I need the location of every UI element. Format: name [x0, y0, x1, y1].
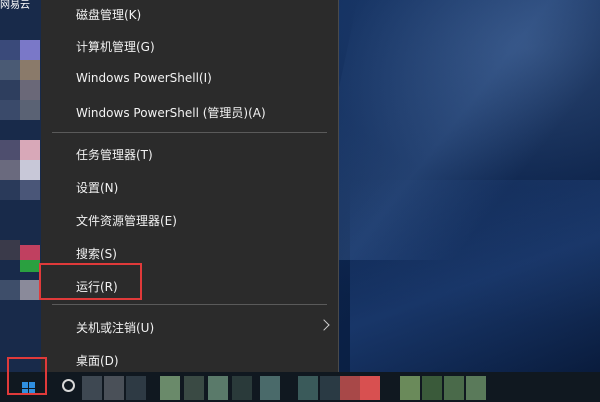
desktop-icons-area: 网易云 — [0, 0, 42, 372]
desktop-icon[interactable] — [0, 60, 20, 80]
menu-item-label: 文件资源管理器(E) — [76, 214, 177, 228]
menu-item-powershell[interactable]: Windows PowerShell(I) — [41, 64, 338, 94]
desktop-icon[interactable] — [20, 140, 40, 160]
taskbar-app-icon[interactable] — [82, 376, 102, 400]
taskbar-app-icon[interactable] — [444, 376, 464, 400]
menu-item-file-explorer[interactable]: 文件资源管理器(E) — [41, 205, 338, 235]
taskbar-app-icon[interactable] — [260, 376, 280, 400]
menu-item-disk-management[interactable]: 磁盘管理(K) — [41, 0, 338, 29]
highlight-box-start — [7, 357, 47, 395]
taskbar-app-icon[interactable] — [340, 376, 360, 400]
menu-item-label: 磁盘管理(K) — [76, 8, 142, 22]
menu-item-computer-management[interactable]: 计算机管理(G) — [41, 31, 338, 61]
menu-item-powershell-admin[interactable]: Windows PowerShell (管理员)(A) — [41, 97, 338, 127]
menu-item-desktop[interactable]: 桌面(D) — [41, 345, 338, 375]
menu-item-label: 计算机管理(G) — [76, 40, 155, 54]
desktop-icon[interactable] — [20, 60, 40, 80]
win-x-context-menu: 磁盘管理(K) 计算机管理(G) Windows PowerShell(I) W… — [41, 0, 339, 378]
desktop-icon[interactable] — [20, 180, 40, 200]
highlight-box-run — [39, 263, 142, 300]
menu-item-label: Windows PowerShell(I) — [76, 71, 212, 85]
search-icon[interactable] — [62, 379, 75, 392]
menu-item-label: Windows PowerShell (管理员)(A) — [76, 106, 266, 120]
desktop-icon[interactable] — [20, 80, 40, 100]
desktop-icon[interactable] — [0, 160, 20, 180]
desktop-icon[interactable] — [20, 100, 40, 120]
menu-item-shutdown-signout[interactable]: 关机或注销(U) — [41, 312, 338, 342]
taskbar-app-icon[interactable] — [184, 376, 204, 400]
taskbar-app-icon[interactable] — [400, 376, 420, 400]
taskbar-app-icon[interactable] — [104, 376, 124, 400]
desktop-icon[interactable] — [0, 180, 20, 200]
desktop-icon[interactable] — [0, 280, 20, 300]
desktop-icon[interactable] — [20, 280, 40, 300]
desktop-icon[interactable] — [20, 40, 40, 60]
menu-item-label: 关机或注销(U) — [76, 321, 155, 335]
desktop-icon[interactable] — [0, 40, 20, 60]
taskbar-app-icon[interactable] — [126, 376, 146, 400]
taskbar-app-icon[interactable] — [360, 376, 380, 400]
menu-item-settings[interactable]: 设置(N) — [41, 172, 338, 202]
chevron-right-icon — [318, 319, 330, 331]
taskbar-app-icon[interactable] — [160, 376, 180, 400]
taskbar-app-icon[interactable] — [466, 376, 486, 400]
desktop-icon[interactable] — [0, 100, 20, 120]
wallpaper-light-beam — [350, 180, 600, 380]
desktop-icon[interactable] — [0, 140, 20, 160]
taskbar-app-icon[interactable] — [208, 376, 228, 400]
menu-separator — [52, 132, 327, 133]
desktop-icon[interactable] — [20, 160, 40, 180]
menu-separator — [52, 304, 327, 305]
menu-item-task-manager[interactable]: 任务管理器(T) — [41, 139, 338, 169]
menu-item-label: 桌面(D) — [76, 354, 119, 368]
desktop-icon[interactable] — [0, 240, 20, 260]
desktop-icon[interactable] — [0, 80, 20, 100]
menu-item-label: 搜索(S) — [76, 247, 117, 261]
taskbar-app-icon[interactable] — [320, 376, 340, 400]
desktop-icon[interactable] — [20, 260, 40, 272]
taskbar-app-icon[interactable] — [422, 376, 442, 400]
taskbar-app-icon[interactable] — [298, 376, 318, 400]
menu-item-label: 设置(N) — [76, 181, 119, 195]
taskbar-app-icon[interactable] — [232, 376, 252, 400]
desktop-icon-label: 网易云 — [0, 0, 30, 11]
menu-item-label: 任务管理器(T) — [76, 148, 153, 162]
